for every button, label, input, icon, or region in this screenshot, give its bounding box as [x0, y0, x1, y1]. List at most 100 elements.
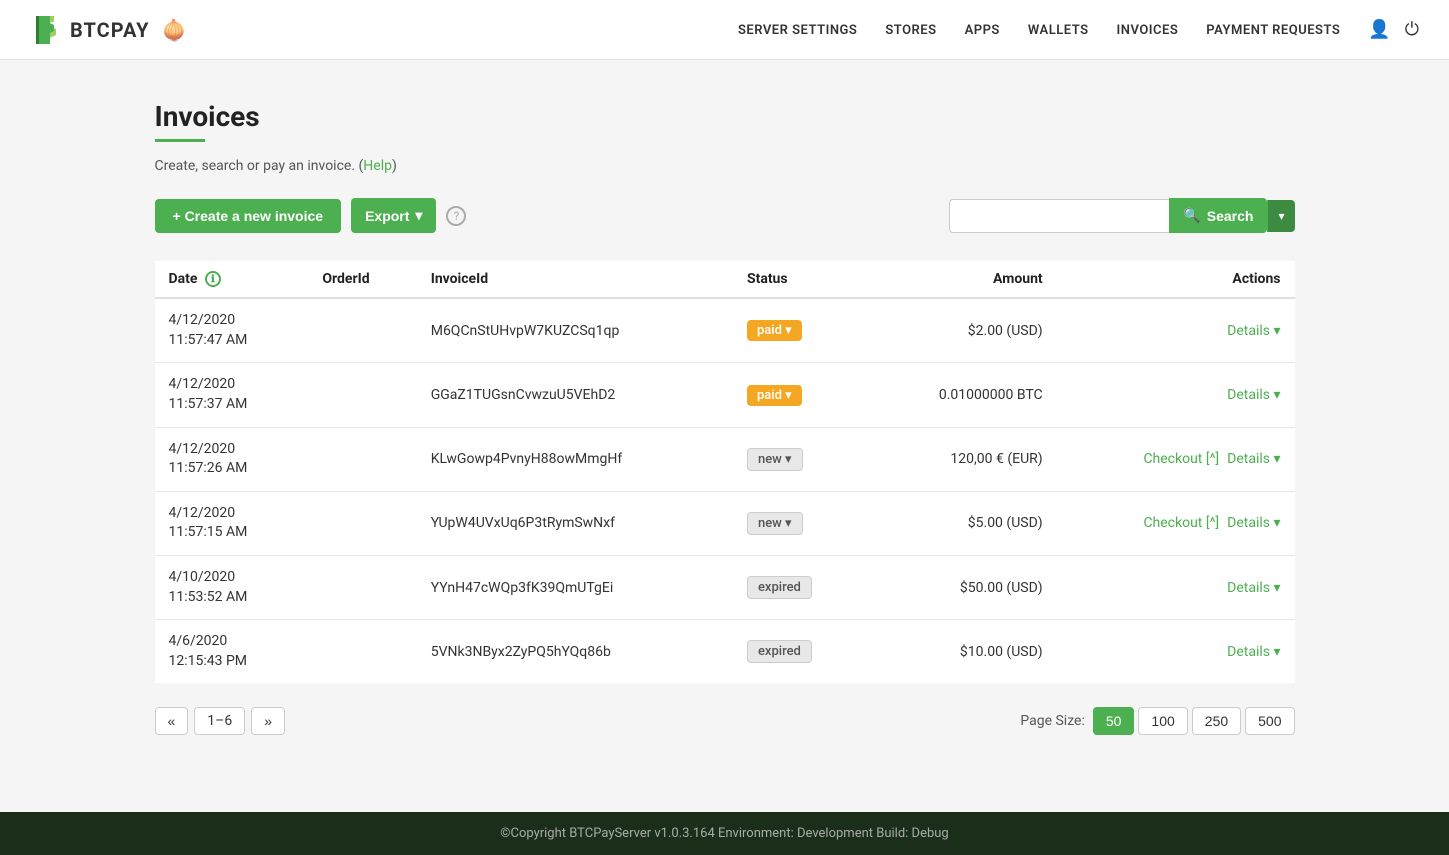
footer: ©Copyright BTCPayServer v1.0.3.164 Envir… — [0, 812, 1449, 855]
nav-stores[interactable]: STORES — [885, 22, 936, 38]
page-size-50-button[interactable]: 50 — [1093, 707, 1135, 735]
cell-invoiceid: YUpW4UVxUq6P3tRymSwNxf — [417, 491, 733, 555]
pagination-bar: « 1–6 » Page Size: 50100250500 — [155, 707, 1295, 735]
search-icon: 🔍 — [1183, 207, 1200, 224]
logout-icon-button[interactable]: ⏻ — [1405, 19, 1419, 40]
search-input[interactable] — [949, 199, 1169, 233]
details-link[interactable]: Details ▾ — [1227, 451, 1280, 467]
cell-orderid — [308, 298, 416, 363]
cell-orderid — [308, 427, 416, 491]
col-actions: Actions — [1057, 261, 1295, 298]
status-badge[interactable]: paid ▾ — [747, 385, 802, 406]
details-chevron-icon: ▾ — [1273, 515, 1280, 531]
cell-invoiceid: GGaZ1TUGsnCvwzuU5VEhD2 — [417, 363, 733, 427]
details-link[interactable]: Details ▾ — [1227, 644, 1280, 660]
logo[interactable]: BTCPAY — [30, 12, 150, 48]
col-orderid: OrderId — [308, 261, 416, 298]
create-invoice-button[interactable]: + Create a new invoice — [155, 199, 342, 233]
cell-actions: Details ▾ — [1057, 298, 1295, 363]
cell-date: 4/12/202011:57:26 AM — [155, 427, 309, 491]
checkout-link[interactable]: Checkout [^] — [1143, 451, 1219, 467]
next-page-button[interactable]: » — [251, 707, 285, 735]
cell-status: expired — [733, 556, 867, 620]
navbar: BTCPAY 🧅 SERVER SETTINGS STORES APPS WAL… — [0, 0, 1449, 60]
invoice-table: Date ℹ OrderId InvoiceId Status Amount A… — [155, 261, 1295, 683]
help-link[interactable]: Help — [363, 158, 392, 174]
btcpay-logo-icon — [30, 12, 66, 48]
nav-invoices[interactable]: INVOICES — [1117, 22, 1179, 38]
status-badge[interactable]: expired — [747, 640, 812, 663]
page-size-group: Page Size: 50100250500 — [1020, 707, 1294, 735]
search-group: 🔍 Search ▾ — [949, 198, 1294, 233]
status-badge[interactable]: paid ▾ — [747, 320, 802, 341]
cell-amount: $50.00 (USD) — [867, 556, 1057, 620]
status-badge[interactable]: new ▾ — [747, 448, 803, 471]
table-row: 4/12/202011:57:26 AM KLwGowp4PvnyH88owMmg… — [155, 427, 1295, 491]
cell-status: paid ▾ — [733, 298, 867, 363]
cell-amount: $10.00 (USD) — [867, 620, 1057, 684]
page-size-label: Page Size: — [1020, 713, 1085, 729]
status-badge[interactable]: expired — [747, 576, 812, 599]
cell-invoiceid: M6QCnStUHvpW7KUZCSq1qp — [417, 298, 733, 363]
prev-page-button[interactable]: « — [155, 707, 189, 735]
page-range: 1–6 — [194, 707, 245, 735]
brand-name: BTCPAY — [70, 18, 150, 42]
details-chevron-icon: ▾ — [1273, 323, 1280, 339]
cell-orderid — [308, 556, 416, 620]
cell-actions: Details ▾ — [1057, 363, 1295, 427]
export-group: Export ▾ — [351, 198, 436, 233]
page-size-250-button[interactable]: 250 — [1192, 707, 1241, 735]
details-link[interactable]: Details ▾ — [1227, 515, 1280, 531]
col-amount: Amount — [867, 261, 1057, 298]
cell-actions: Details ▾ — [1057, 556, 1295, 620]
details-chevron-icon: ▾ — [1273, 451, 1280, 467]
table-row: 4/6/202012:15:43 PM5VNk3NByx2ZyPQ5hYQq86… — [155, 620, 1295, 684]
page-size-100-button[interactable]: 100 — [1138, 707, 1187, 735]
nav-apps[interactable]: APPS — [965, 22, 1000, 38]
cell-amount: 120,00 € (EUR) — [867, 427, 1057, 491]
table-row: 4/12/202011:57:37 AM GGaZ1TUGsnCvwzuU5VEh… — [155, 363, 1295, 427]
table-row: 4/10/202011:53:52 AMYYnH47cWQp3fK39QmUTg… — [155, 556, 1295, 620]
main-content: Invoices Create, search or pay an invoic… — [125, 60, 1325, 795]
date-info-icon[interactable]: ℹ — [205, 271, 221, 287]
tor-icon: 🧅 — [162, 18, 187, 42]
cell-orderid — [308, 491, 416, 555]
help-circle-icon[interactable]: ? — [446, 206, 466, 226]
details-link[interactable]: Details ▾ — [1227, 323, 1280, 339]
nav-links: SERVER SETTINGS STORES APPS WALLETS INVO… — [738, 22, 1340, 38]
toolbar: + Create a new invoice Export ▾ ? 🔍 Sear… — [155, 198, 1295, 233]
size-buttons: 50100250500 — [1093, 707, 1295, 735]
cell-status: paid ▾ — [733, 363, 867, 427]
footer-text: ©Copyright BTCPayServer v1.0.3.164 Envir… — [500, 826, 948, 841]
cell-date: 4/12/202011:57:15 AM — [155, 491, 309, 555]
cell-status: new ▾ — [733, 491, 867, 555]
details-link[interactable]: Details ▾ — [1227, 580, 1280, 596]
cell-amount: $5.00 (USD) — [867, 491, 1057, 555]
col-invoiceid: InvoiceId — [417, 261, 733, 298]
cell-date: 4/10/202011:53:52 AM — [155, 556, 309, 620]
checkout-link[interactable]: Checkout [^] — [1143, 515, 1219, 531]
search-dropdown-button[interactable]: ▾ — [1267, 200, 1294, 232]
details-chevron-icon: ▾ — [1273, 644, 1280, 660]
page-size-500-button[interactable]: 500 — [1245, 707, 1294, 735]
table-row: 4/12/202011:57:47 AMM6QCnStUHvpW7KUZCSq1… — [155, 298, 1295, 363]
status-badge[interactable]: new ▾ — [747, 512, 803, 535]
nav-server-settings[interactable]: SERVER SETTINGS — [738, 22, 857, 38]
cell-invoiceid: KLwGowp4PvnyH88owMmgHf — [417, 427, 733, 491]
cell-invoiceid: 5VNk3NByx2ZyPQ5hYQq86b — [417, 620, 733, 684]
user-icon-button[interactable]: 👤 — [1368, 19, 1390, 40]
details-link[interactable]: Details ▾ — [1227, 387, 1280, 403]
search-button[interactable]: 🔍 Search — [1169, 198, 1267, 233]
cell-orderid — [308, 363, 416, 427]
cell-status: expired — [733, 620, 867, 684]
nav-wallets[interactable]: WALLETS — [1028, 22, 1089, 38]
cell-actions: Checkout [^] Details ▾ — [1057, 427, 1295, 491]
export-button[interactable]: Export ▾ — [351, 198, 436, 233]
cell-actions: Checkout [^] Details ▾ — [1057, 491, 1295, 555]
col-date: Date ℹ — [155, 261, 309, 298]
cell-date: 4/12/202011:57:37 AM — [155, 363, 309, 427]
cell-amount: 0.01000000 BTC — [867, 363, 1057, 427]
nav-icons: 👤 ⏻ — [1368, 19, 1419, 40]
nav-payment-requests[interactable]: PAYMENT REQUESTS — [1206, 22, 1340, 38]
details-chevron-icon: ▾ — [1273, 387, 1280, 403]
